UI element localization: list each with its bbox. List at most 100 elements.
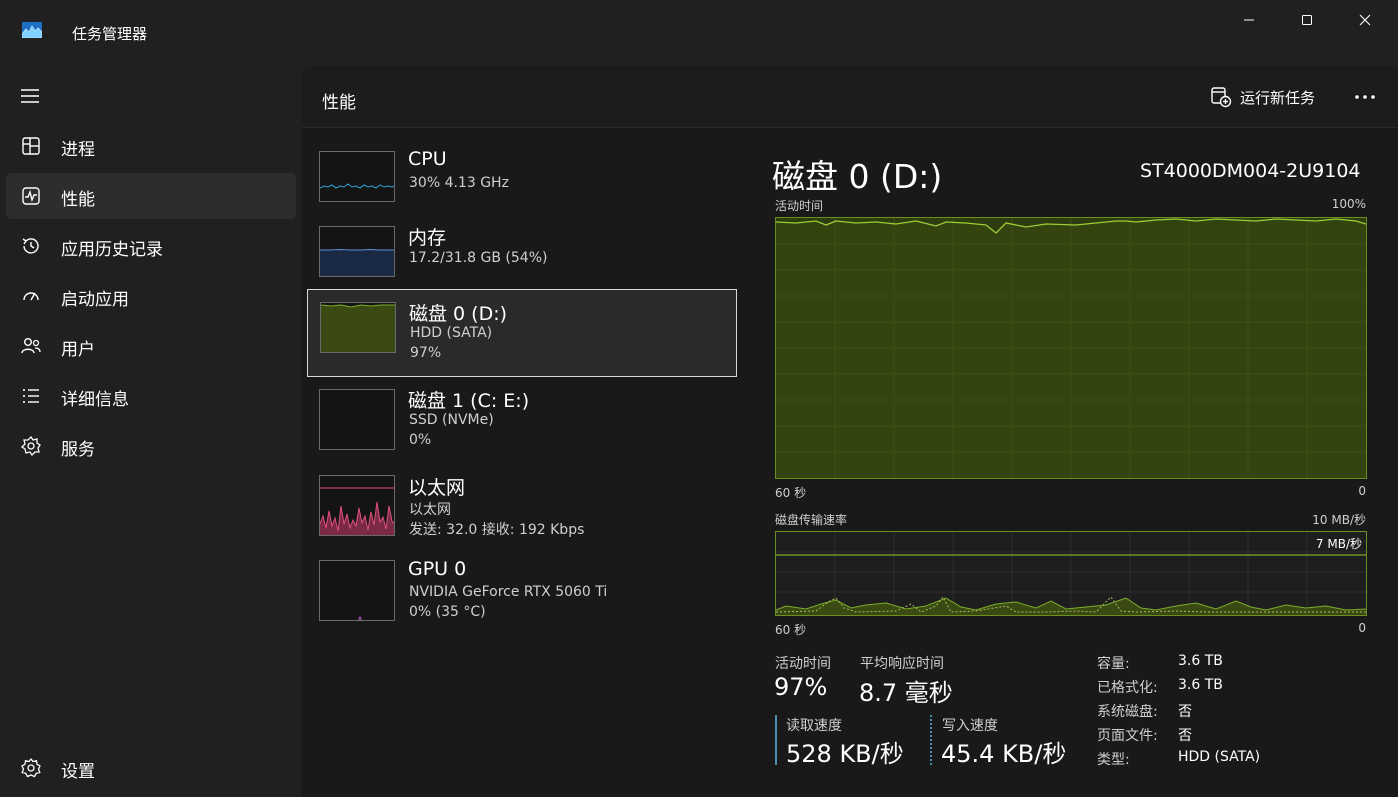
users-icon bbox=[21, 338, 41, 354]
minimize-icon bbox=[1244, 19, 1254, 21]
property-value-page-file: 否 bbox=[1178, 728, 1192, 744]
sidebar-item-users[interactable]: 用户 bbox=[6, 323, 296, 369]
device-name: 以太网 bbox=[408, 477, 466, 499]
transfer-scale-label: 7 MB/秒 bbox=[1315, 537, 1362, 551]
memory-thumb-line bbox=[320, 248, 394, 251]
device-model: NVIDIA GeForce RTX 5060 Ti bbox=[409, 584, 608, 600]
sidebar-item-startup-apps[interactable]: 启动应用 bbox=[6, 273, 296, 319]
disk-title: 磁盘 0 (D:) bbox=[772, 157, 943, 196]
device-item-disk-0[interactable]: 磁盘 0 (D:) HDD (SATA) 97% bbox=[307, 289, 737, 377]
run-new-task-button[interactable]: 运行新任务 bbox=[1210, 84, 1315, 110]
cpu-thumb-line bbox=[320, 183, 394, 189]
performance-panel: 性能 运行新任务 CPU 30% 4.13 GHz 内存 17.2/31.8 G… bbox=[302, 66, 1398, 797]
disk-0-thumbnail bbox=[320, 302, 396, 353]
property-key-type: 类型: bbox=[1097, 752, 1130, 768]
disk-0-thumb-fill bbox=[321, 305, 395, 352]
read-speed-label: 读取速度 bbox=[786, 718, 842, 734]
device-usage: 17.2/31.8 GB (54%) bbox=[409, 250, 548, 266]
property-key-system-disk: 系统磁盘: bbox=[1097, 704, 1158, 720]
activity-graph-max: 100% bbox=[1331, 197, 1366, 211]
transfer-graph-min: 0 bbox=[1358, 621, 1366, 635]
sidebar-item-services[interactable]: 服务 bbox=[6, 423, 296, 469]
response-time-value: 8.7 毫秒 bbox=[859, 679, 953, 707]
device-item-cpu[interactable]: CPU 30% 4.13 GHz bbox=[307, 138, 737, 208]
device-name: 磁盘 0 (D:) bbox=[409, 303, 508, 325]
activity-area bbox=[776, 219, 1366, 478]
disk-model: ST4000DM004-2U9104 bbox=[1140, 160, 1361, 182]
minimize-button[interactable] bbox=[1220, 0, 1278, 40]
response-time-label: 平均响应时间 bbox=[860, 656, 944, 672]
device-usage: 30% 4.13 GHz bbox=[409, 175, 509, 191]
memory-thumb-fill bbox=[320, 250, 394, 276]
read-rate-indicator bbox=[775, 715, 777, 765]
memory-thumbnail bbox=[319, 226, 395, 277]
device-name: 内存 bbox=[408, 227, 447, 249]
ethernet-thumbnail bbox=[319, 475, 395, 536]
sidebar-item-label: 设置 bbox=[61, 762, 95, 782]
disk-1-thumbnail bbox=[319, 389, 395, 450]
sidebar-item-app-history[interactable]: 应用历史记录 bbox=[6, 223, 296, 269]
activity-graph-label: 活动时间 bbox=[775, 199, 824, 213]
device-name: CPU bbox=[408, 148, 447, 170]
activity-time-graph bbox=[775, 217, 1367, 479]
task-manager-logo-icon bbox=[22, 22, 42, 38]
startup-icon bbox=[23, 292, 39, 301]
device-item-memory[interactable]: 内存 17.2/31.8 GB (54%) bbox=[307, 213, 737, 283]
property-key-page-file: 页面文件: bbox=[1097, 728, 1158, 744]
navigation-sidebar: 进程 性能 应用历史记录 启动应用 用户 详细信息 服务 设置 bbox=[0, 64, 302, 797]
activity-graph-time: 60 秒 bbox=[775, 486, 807, 500]
sidebar-item-label: 应用历史记录 bbox=[61, 240, 163, 260]
device-item-gpu-0[interactable]: GPU 0 NVIDIA GeForce RTX 5060 Ti 0% (35 … bbox=[307, 554, 737, 634]
history-icon bbox=[22, 238, 39, 254]
device-type: SSD (NVMe) bbox=[409, 412, 494, 428]
device-name: GPU 0 bbox=[408, 558, 467, 580]
run-task-label: 运行新任务 bbox=[1240, 88, 1316, 107]
close-button[interactable] bbox=[1336, 0, 1394, 40]
more-icon bbox=[1355, 95, 1375, 99]
device-usage: 0% (35 °C) bbox=[409, 604, 486, 620]
processes-icon bbox=[22, 137, 40, 155]
write-speed-label: 写入速度 bbox=[942, 718, 998, 734]
write-speed-value: 45.4 KB/秒 bbox=[941, 740, 1067, 768]
property-value-system-disk: 否 bbox=[1178, 704, 1192, 720]
sidebar-item-label: 详细信息 bbox=[61, 390, 129, 410]
maximize-icon bbox=[1302, 15, 1312, 25]
read-speed-value: 528 KB/秒 bbox=[786, 740, 904, 768]
gear-icon bbox=[21, 757, 41, 778]
title-bar: 任务管理器 bbox=[0, 0, 1398, 64]
services-icon bbox=[20, 435, 41, 457]
write-rate-indicator bbox=[930, 715, 932, 765]
device-adapter: 以太网 bbox=[409, 502, 451, 518]
device-usage: 0% bbox=[409, 432, 432, 448]
sidebar-item-processes[interactable]: 进程 bbox=[6, 123, 296, 169]
transfer-graph-label: 磁盘传输速率 bbox=[775, 513, 848, 527]
performance-icon bbox=[22, 187, 40, 205]
device-item-disk-1[interactable]: 磁盘 1 (C: E:) SSD (NVMe) 0% bbox=[307, 382, 737, 462]
gpu-thumb-line bbox=[357, 615, 363, 620]
sidebar-item-performance[interactable]: 性能 bbox=[6, 173, 296, 219]
app-title: 任务管理器 bbox=[72, 25, 148, 43]
maximize-button[interactable] bbox=[1278, 0, 1336, 40]
page-title: 性能 bbox=[322, 93, 356, 113]
transfer-graph-time: 60 秒 bbox=[775, 623, 807, 637]
gpu-thumbnail bbox=[319, 560, 395, 621]
property-value-capacity: 3.6 TB bbox=[1178, 653, 1223, 669]
sidebar-item-settings[interactable]: 设置 bbox=[6, 745, 296, 791]
device-type: HDD (SATA) bbox=[410, 325, 493, 341]
sidebar-item-details[interactable]: 详细信息 bbox=[6, 373, 296, 419]
menu-toggle-button[interactable] bbox=[20, 84, 42, 108]
close-icon bbox=[1359, 14, 1371, 26]
device-usage: 97% bbox=[410, 345, 442, 361]
property-value-type: HDD (SATA) bbox=[1178, 749, 1261, 765]
transfer-graph-max: 10 MB/秒 bbox=[1312, 513, 1366, 527]
hamburger-icon bbox=[21, 89, 39, 103]
transfer-rate-graph: 7 MB/秒 bbox=[775, 531, 1367, 616]
device-item-ethernet[interactable]: 以太网 以太网 发送: 32.0 接收: 192 Kbps bbox=[307, 469, 737, 549]
more-options-button[interactable] bbox=[1352, 84, 1378, 110]
device-name: 磁盘 1 (C: E:) bbox=[408, 390, 530, 412]
property-key-formatted: 已格式化: bbox=[1097, 680, 1158, 696]
activity-graph-min: 0 bbox=[1358, 484, 1366, 498]
active-time-value: 97% bbox=[774, 673, 828, 701]
sidebar-item-label: 性能 bbox=[61, 190, 95, 210]
sidebar-item-label: 进程 bbox=[61, 140, 95, 160]
